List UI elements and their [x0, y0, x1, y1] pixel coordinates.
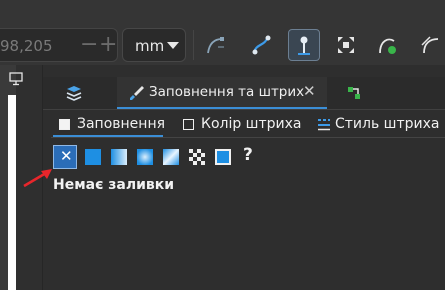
paint-status-label: Немає заливки — [53, 177, 175, 193]
paint-type-row: ✕ ? — [51, 145, 445, 169]
xml-editor-icon — [348, 87, 360, 99]
mesh-gradient-button[interactable] — [159, 145, 183, 169]
swatch-button[interactable] — [211, 145, 235, 169]
no-paint-icon: ✕ — [60, 147, 73, 165]
subtab-stroke-style-label: Стиль штриха — [335, 116, 440, 132]
node-clip-icon — [421, 36, 439, 54]
app-window: 98,205 − + mm Заповнення та штрих ✕ Запо… — [0, 0, 445, 290]
node-curve-cusp-button[interactable] — [200, 29, 232, 61]
paintbrush-icon — [130, 86, 144, 100]
tab-xml-editor[interactable] — [333, 77, 373, 109]
mesh-gradient-icon — [163, 149, 179, 165]
pattern-button[interactable] — [185, 145, 209, 169]
dock-tabbar: Заповнення та штрих ✕ — [43, 77, 445, 110]
stroke-square-icon — [183, 119, 194, 130]
pattern-icon — [189, 149, 205, 165]
stroke-style-icon — [318, 119, 330, 131]
node-transform-icon — [338, 37, 354, 53]
red-arrow-annotation — [23, 169, 52, 188]
node-tweak-button[interactable] — [288, 29, 320, 61]
flat-color-button[interactable] — [81, 145, 105, 169]
no-paint-button[interactable]: ✕ — [53, 145, 77, 169]
subtab-fill-label: Заповнення — [77, 116, 166, 132]
monitor-icon[interactable] — [9, 72, 23, 86]
unset-paint-icon: ? — [243, 145, 253, 165]
subtab-fill[interactable]: Заповнення — [53, 113, 166, 137]
chevron-down-icon — [167, 42, 179, 49]
fill-stroke-subtabs: Заповнення Колір штриха Стиль штриха — [51, 113, 445, 138]
unit-label: mm — [135, 37, 165, 55]
node-tweak-active-icon — [298, 36, 310, 55]
subtab-stroke-paint[interactable]: Колір штриха — [181, 113, 303, 137]
swatch-icon — [215, 149, 231, 165]
coordinate-value[interactable]: 98,205 — [0, 37, 53, 55]
radial-gradient-icon — [137, 149, 153, 165]
node-transform-button[interactable] — [330, 29, 362, 61]
unit-select[interactable]: mm — [122, 28, 186, 62]
decrement-button[interactable]: − — [80, 32, 98, 58]
tab-objects[interactable] — [53, 77, 93, 109]
layers-icon — [66, 86, 82, 101]
path-effect-button[interactable] — [372, 29, 404, 61]
node-curve-cusp-icon — [207, 37, 224, 54]
path-effect-icon — [379, 38, 396, 54]
tab-fill-and-stroke[interactable]: Заповнення та штрих ✕ — [117, 77, 327, 109]
toolbar-separator — [193, 30, 194, 60]
fill-square-icon — [59, 119, 70, 130]
node-make-curve-icon — [252, 35, 271, 55]
tab-fill-and-stroke-label: Заповнення та штрих — [149, 84, 305, 100]
coordinate-field[interactable]: 98,205 − + — [0, 28, 118, 62]
vertical-ruler — [8, 95, 16, 290]
unset-paint-button[interactable]: ? — [237, 145, 261, 169]
close-icon[interactable]: ✕ — [303, 82, 316, 100]
subtab-stroke-style[interactable]: Стиль штриха — [315, 113, 445, 137]
flat-color-icon — [85, 149, 101, 165]
radial-gradient-button[interactable] — [133, 145, 157, 169]
linear-gradient-icon — [111, 149, 127, 165]
node-make-curve-button[interactable] — [246, 29, 278, 61]
fill-stroke-dock: Заповнення та штрих ✕ Заповнення Колір ш… — [43, 65, 445, 290]
linear-gradient-button[interactable] — [107, 145, 131, 169]
increment-button[interactable]: + — [99, 32, 117, 58]
node-clip-button[interactable] — [414, 29, 445, 61]
tool-controls-bar: 98,205 − + mm — [0, 0, 445, 66]
subtab-stroke-paint-label: Колір штриха — [201, 116, 302, 132]
